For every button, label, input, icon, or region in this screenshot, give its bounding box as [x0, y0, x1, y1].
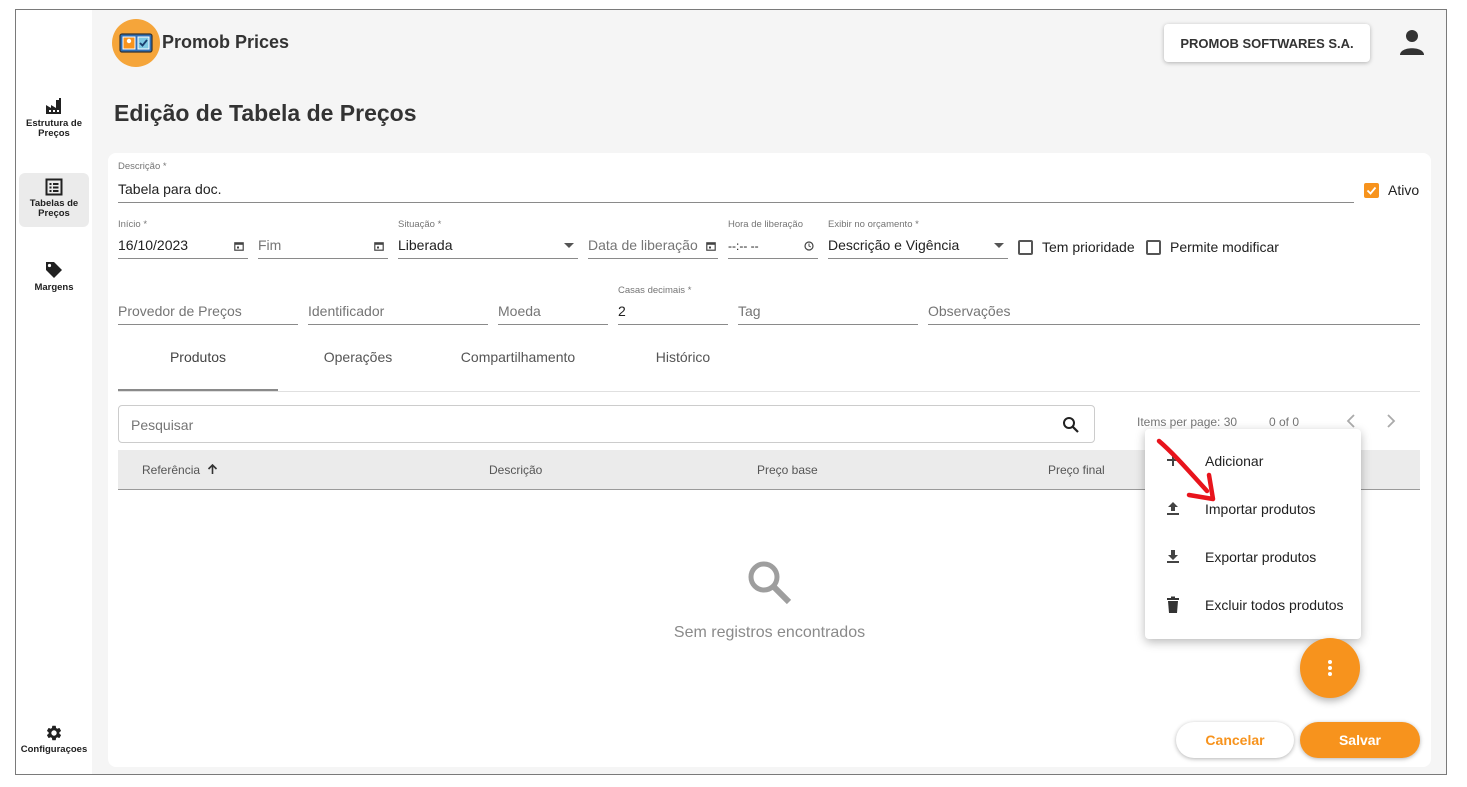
start-date-label: Início *	[118, 219, 148, 230]
more-actions-fab[interactable]	[1300, 638, 1360, 698]
ativo-checkbox-box	[1364, 182, 1379, 198]
status-value: Liberada	[398, 237, 453, 253]
dropdown-arrow-icon	[564, 243, 574, 248]
menu-item-label: Exportar produtos	[1205, 549, 1317, 565]
release-date-placeholder: Data de liberação	[588, 237, 698, 253]
start-date-value: 16/10/2023	[118, 237, 189, 253]
calendar-icon[interactable]	[374, 241, 384, 251]
search-icon[interactable]	[1062, 416, 1080, 434]
status-select[interactable]: Situação * Liberada	[398, 219, 578, 259]
identifier-field[interactable]: Identificador	[308, 285, 488, 325]
allow-modify-checkbox-box	[1146, 239, 1161, 255]
page-title: Edição de Tabela de Preços	[114, 100, 417, 126]
decimal-places-value: 2	[618, 303, 626, 319]
annotation-arrow-icon	[1156, 438, 1216, 502]
sidebar-item-label: Configuraçoes	[20, 744, 88, 755]
sidebar-item-tabelas[interactable]: Tabelas de Preços	[19, 173, 89, 227]
trash-icon	[1167, 596, 1179, 613]
search-input[interactable]: Pesquisar	[118, 405, 1095, 443]
end-date-placeholder: Fim	[258, 237, 282, 253]
description-label: Descrição *	[118, 161, 167, 172]
currency-field[interactable]: Moeda	[498, 285, 608, 325]
column-header-descricao[interactable]: Descrição	[489, 463, 542, 477]
price-tag-logo-icon	[119, 33, 153, 53]
end-date-field[interactable]: Fim	[258, 219, 388, 259]
column-header-referencia[interactable]: Referência	[142, 463, 218, 477]
release-time-field[interactable]: Hora de liberação --:-- --	[728, 219, 818, 259]
column-header-preco-final[interactable]: Preço final	[1048, 463, 1105, 477]
app-window: Estrutura de Preços Tabelas de Preços Marg…	[15, 9, 1447, 775]
items-per-page[interactable]: Items per page: 30	[1137, 415, 1237, 429]
menu-item-excluir[interactable]: Excluir todos produtos	[1145, 581, 1361, 629]
release-date-field[interactable]: Data de liberação	[588, 219, 718, 259]
start-date-field[interactable]: Início * 16/10/2023	[118, 219, 248, 259]
download-icon	[1167, 550, 1179, 563]
menu-item-exportar[interactable]: Exportar produtos	[1145, 533, 1361, 581]
priority-checkbox[interactable]: Tem prioridade	[1018, 239, 1135, 255]
app-title: Promob Prices	[162, 32, 290, 52]
notes-placeholder: Observações	[928, 303, 1011, 319]
sidebar-item-margens[interactable]: Margens	[19, 260, 89, 304]
clock-icon[interactable]	[804, 241, 814, 251]
release-time-label: Hora de liberação	[728, 219, 803, 230]
calendar-icon[interactable]	[706, 241, 716, 251]
tab-produtos[interactable]: Produtos	[118, 349, 278, 365]
notes-field[interactable]: Observações	[928, 285, 1420, 325]
sidebar-item-configuracoes[interactable]: Configuraçoes	[19, 724, 89, 764]
tag-placeholder: Tag	[738, 303, 761, 319]
display-in-quote-value: Descrição e Vigência	[828, 237, 960, 253]
sidebar-item-label: Preços	[38, 128, 70, 139]
identifier-placeholder: Identificador	[308, 303, 385, 319]
sidebar-item-label: Margens	[34, 282, 74, 293]
check-icon	[1366, 186, 1377, 195]
decimal-places-field[interactable]: Casas decimais * 2	[618, 285, 728, 325]
tab-operacoes[interactable]: Operações	[278, 349, 438, 365]
save-button[interactable]: Salvar	[1300, 722, 1420, 758]
price-provider-placeholder: Provedor de Preços	[118, 303, 242, 319]
tag-field[interactable]: Tag	[738, 285, 918, 325]
arrow-up-icon	[208, 463, 218, 474]
menu-item-label: Excluir todos produtos	[1205, 597, 1344, 613]
dropdown-arrow-icon	[994, 243, 1004, 248]
factory-icon	[46, 98, 61, 114]
app-logo	[112, 19, 160, 67]
tab-historico[interactable]: Histórico	[603, 349, 763, 365]
allow-modify-label: Permite modificar	[1170, 239, 1279, 255]
list-icon	[45, 178, 63, 196]
column-header-preco-base[interactable]: Preço base	[757, 463, 818, 477]
active-tab-indicator	[118, 389, 278, 391]
tab-compartilhamento[interactable]: Compartilhamento	[438, 349, 598, 365]
ativo-checkbox[interactable]: Ativo	[1364, 182, 1419, 198]
sidebar: Estrutura de Preços Tabelas de Preços Marg…	[16, 10, 92, 774]
page-range: 0 of 0	[1269, 415, 1300, 429]
tag-icon	[46, 262, 62, 278]
currency-placeholder: Moeda	[498, 303, 541, 319]
ativo-label: Ativo	[1388, 182, 1420, 198]
price-provider-field[interactable]: Provedor de Preços	[118, 285, 298, 325]
empty-search-icon	[748, 561, 792, 605]
gear-icon	[46, 725, 62, 741]
company-selector-button[interactable]: PROMOB SOFTWARES S.A.	[1164, 24, 1370, 62]
column-header-label: Referência	[142, 463, 201, 477]
description-field[interactable]: Descrição * Tabela para doc.	[118, 161, 1354, 203]
display-in-quote-select[interactable]: Exibir no orçamento * Descrição e Vigênc…	[828, 219, 1008, 259]
more-vertical-icon	[1328, 660, 1332, 676]
calendar-icon[interactable]	[234, 241, 244, 251]
cancel-button[interactable]: Cancelar	[1176, 722, 1294, 758]
release-time-value: --:-- --	[728, 239, 759, 253]
user-account-icon[interactable]	[1399, 28, 1425, 61]
display-in-quote-label: Exibir no orçamento *	[828, 219, 919, 230]
priority-checkbox-box	[1018, 239, 1033, 255]
sidebar-item-label: Preços	[38, 208, 70, 219]
chevron-right-icon[interactable]	[1384, 410, 1398, 432]
allow-modify-checkbox[interactable]: Permite modificar	[1146, 239, 1279, 255]
decimal-places-label: Casas decimais *	[618, 285, 692, 296]
sidebar-item-estrutura[interactable]: Estrutura de Preços	[19, 96, 89, 146]
search-placeholder: Pesquisar	[131, 417, 194, 433]
status-label: Situação *	[398, 219, 442, 230]
description-value: Tabela para doc.	[118, 181, 222, 197]
tabs-divider	[118, 391, 1420, 392]
priority-label: Tem prioridade	[1042, 239, 1135, 255]
